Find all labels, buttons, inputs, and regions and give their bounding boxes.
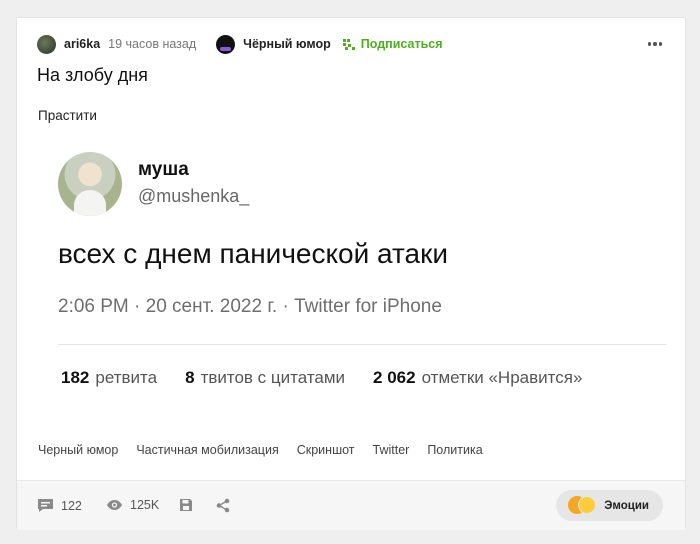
save-button[interactable] [179, 498, 200, 512]
tweet-avatar [58, 152, 122, 216]
tweet-stat-likes: 2 062 отметки «Нравится» [373, 368, 583, 387]
tag-item[interactable]: Политика [427, 443, 482, 457]
comment-icon [38, 499, 53, 512]
post-card: ari6ka 19 часов назад Чёрный юмор Подпис… [16, 17, 686, 530]
author-avatar[interactable] [37, 34, 56, 54]
tweet-stats: 182 ретвита 8 твитов с цитатами 2 062 отмет… [61, 368, 582, 388]
tweet-divider [58, 344, 667, 345]
more-dots-icon[interactable] [645, 34, 665, 54]
tweet-name: муша [138, 159, 189, 180]
emoji-faces-icon [568, 495, 597, 516]
tag-list: Черный юмор Частичная мобилизация Скринш… [38, 443, 483, 457]
views-count: 125K [130, 498, 160, 512]
tweet-screenshot[interactable]: муша @mushenka_ всех с днем панической а… [37, 138, 667, 423]
tweet-handle: @mushenka_ [138, 186, 250, 206]
post-footer: 122 125K Эмоции [17, 480, 685, 530]
author-name[interactable]: ari6ka [64, 37, 100, 51]
views-counter: 125K [106, 498, 159, 512]
post-caption: Прастити [38, 108, 97, 123]
emotions-button[interactable]: Эмоции [556, 490, 663, 521]
subscribe-label: Подписаться [360, 37, 443, 51]
emotions-label: Эмоции [604, 499, 649, 512]
tweet-stat-quotes: 8 твитов с цитатами [185, 368, 346, 387]
tag-item[interactable]: Twitter [373, 443, 410, 457]
comments-count: 122 [61, 498, 82, 513]
comments-button[interactable]: 122 [37, 498, 82, 513]
post-header: ari6ka 19 часов назад Чёрный юмор Подпис… [37, 34, 665, 54]
post-time[interactable]: 19 часов назад [108, 37, 196, 51]
community-name[interactable]: Чёрный юмор [243, 37, 331, 51]
tag-item[interactable]: Скриншот [297, 443, 355, 457]
post-title[interactable]: На злобу дня [37, 65, 148, 86]
save-icon [180, 499, 192, 511]
share-icon [216, 498, 230, 513]
eye-icon [107, 500, 122, 510]
tweet-meta: 2:06 PM · 20 сент. 2022 г. · Twitter for… [58, 296, 442, 317]
subscribe-button[interactable]: Подписаться [342, 37, 443, 51]
community-avatar[interactable] [216, 34, 236, 54]
tweet-text: всех с днем панической атаки [58, 238, 448, 269]
subscribe-icon [342, 38, 355, 50]
tag-item[interactable]: Частичная мобилизация [136, 443, 278, 457]
tweet-stat-retweets: 182 ретвита [61, 368, 158, 387]
share-button[interactable] [216, 498, 237, 513]
tag-item[interactable]: Черный юмор [38, 443, 118, 457]
